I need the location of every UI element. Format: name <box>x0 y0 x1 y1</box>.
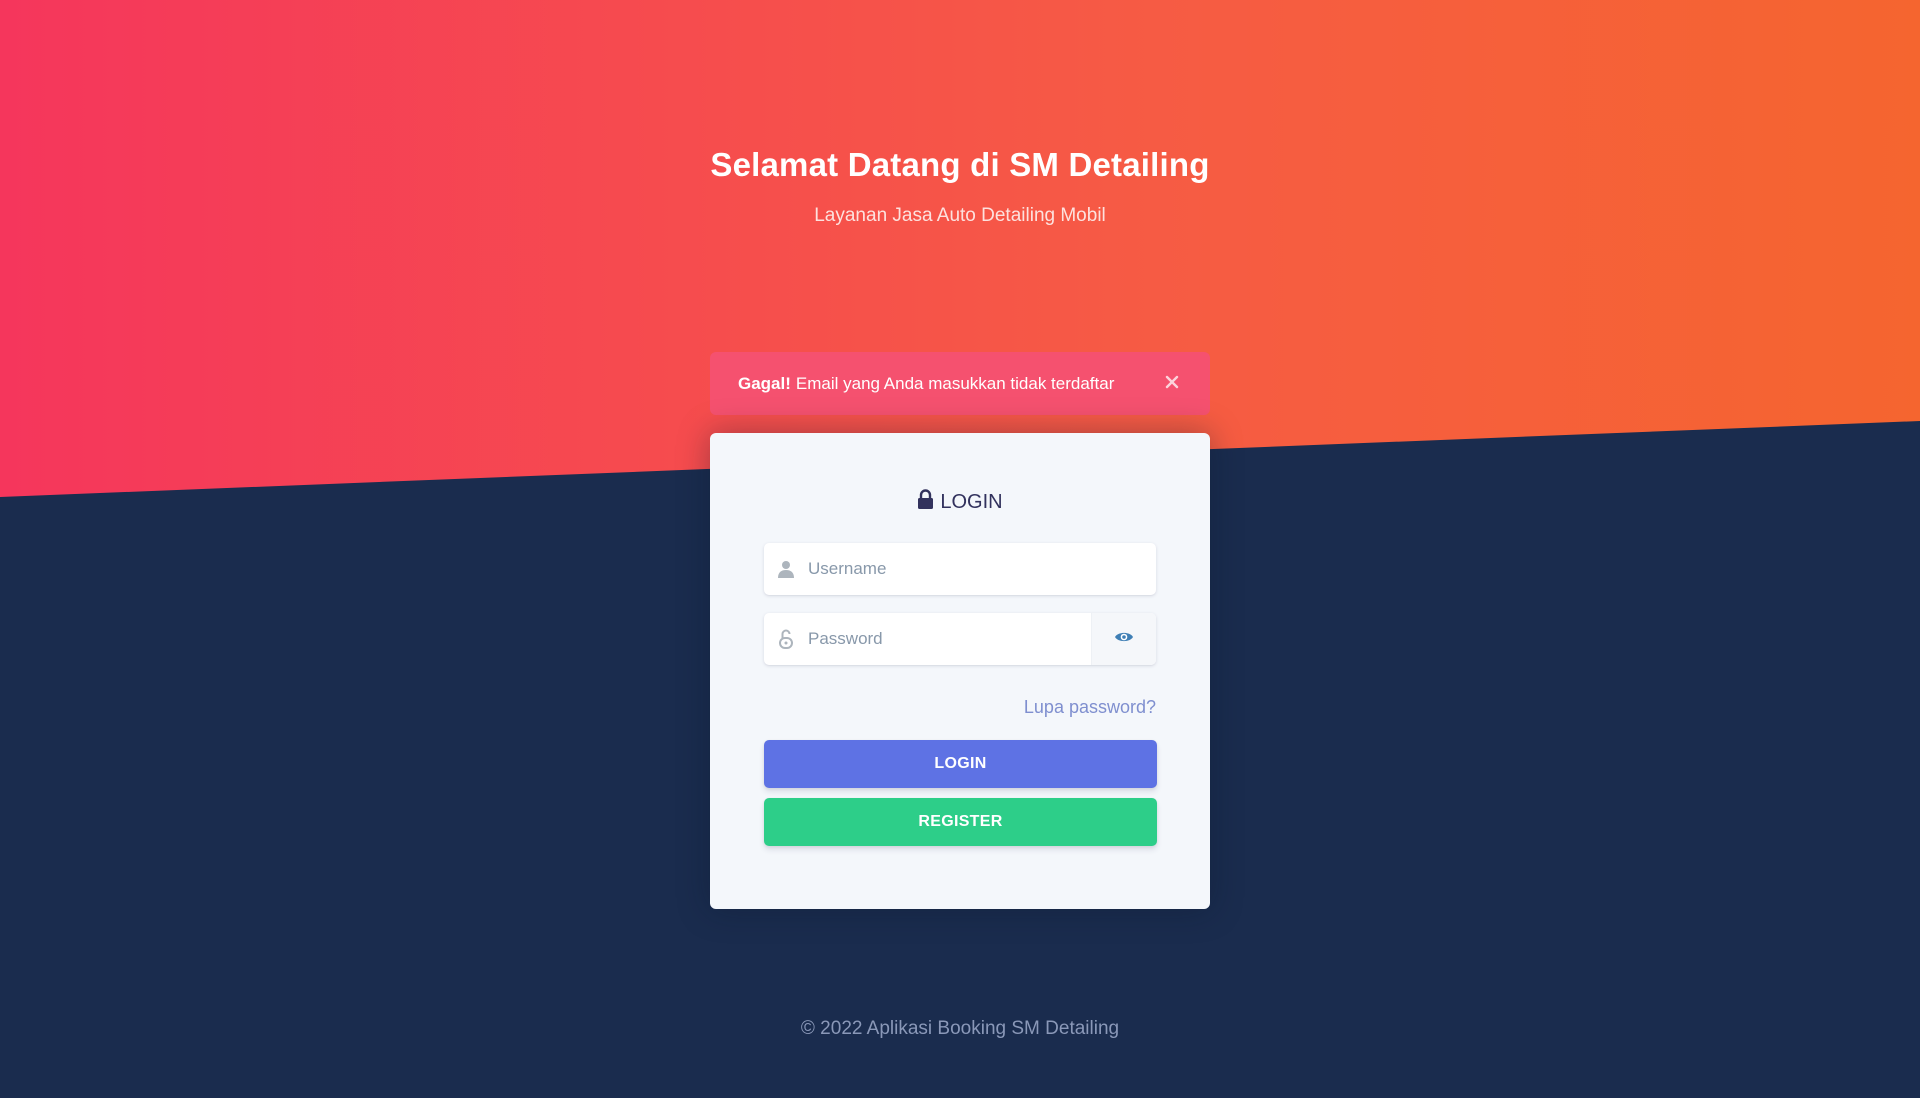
hero-background <box>0 0 1920 497</box>
footer-copyright: © 2022 Aplikasi Booking SM Detailing <box>800 1018 1120 1039</box>
forgot-password-link[interactable]: Lupa password? <box>1024 697 1156 718</box>
alert-title: Gagal! <box>738 373 791 393</box>
login-card: LOGIN Username Lupa password? LOGIN REGI… <box>710 433 1210 909</box>
user-icon <box>764 543 808 595</box>
login-card-title: LOGIN <box>710 489 1210 515</box>
password-input[interactable] <box>808 613 1091 665</box>
unlock-icon <box>764 613 808 665</box>
close-icon[interactable] <box>1162 372 1182 392</box>
alert-message: Email yang Anda masukkan tidak terdaftar <box>795 373 1115 393</box>
error-alert: Gagal! Email yang Anda masukkan tidak te… <box>710 352 1210 415</box>
eye-icon <box>1114 630 1134 649</box>
register-button[interactable]: REGISTER <box>764 798 1157 846</box>
page-subtitle: Layanan Jasa Auto Detailing Mobil <box>814 205 1106 226</box>
login-page: Selamat Datang di SM Detailing Layanan J… <box>0 0 1920 1098</box>
login-button[interactable]: LOGIN <box>764 740 1157 788</box>
hero-header: Selamat Datang di SM Detailing Layanan J… <box>0 145 1920 228</box>
password-field-group <box>764 613 1156 665</box>
login-title-text: LOGIN <box>940 491 1003 513</box>
page-title: Selamat Datang di SM Detailing <box>710 146 1210 183</box>
toggle-password-button[interactable] <box>1091 613 1156 665</box>
username-input[interactable] <box>808 543 1156 595</box>
username-field-group <box>764 543 1156 595</box>
lock-icon <box>917 489 934 515</box>
